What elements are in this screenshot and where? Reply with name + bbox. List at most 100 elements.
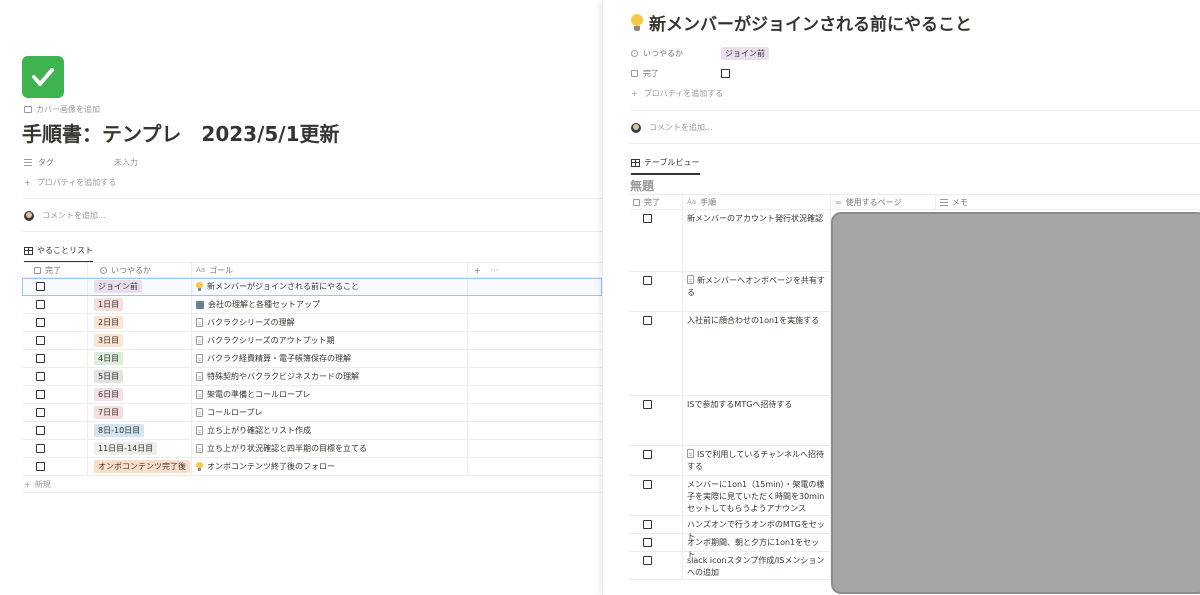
goal-link[interactable]: 架電の準備とコールロープレ <box>207 389 311 400</box>
table-row[interactable]: オンボコンテンツ完了後 オンボコンテンツ終了後のフォロー <box>22 458 602 476</box>
goal-link[interactable]: コールロープレ <box>207 407 263 418</box>
done-checkbox[interactable] <box>643 276 652 285</box>
step-text[interactable]: 入社前に顔合わせの1on1を実施する <box>687 316 819 325</box>
column-page[interactable]: ∞ 使用するページ <box>831 195 936 209</box>
step-text[interactable]: 新メンバーのアカウント発行状況確認 <box>687 214 823 223</box>
done-checkbox[interactable] <box>643 556 652 565</box>
select-icon <box>100 266 107 274</box>
column-step[interactable]: Aa 手順 <box>683 195 831 209</box>
goal-link[interactable]: 立ち上がり確認とリスト作成 <box>207 425 311 436</box>
page-icon <box>196 372 203 381</box>
property-done[interactable]: 完了 <box>631 68 730 79</box>
status-badge[interactable]: 11日目-14日目 <box>94 442 158 455</box>
table-row[interactable]: 8日-10日目 立ち上がり確認とリスト作成 <box>22 422 602 440</box>
empty-cell <box>468 422 602 439</box>
add-column-button[interactable]: + <box>474 266 481 275</box>
done-checkbox[interactable] <box>36 282 45 291</box>
goal-link[interactable]: 特殊契約やバクラクビジネスカードの理解 <box>207 371 359 382</box>
more-options-button[interactable]: ··· <box>491 266 499 275</box>
table-row[interactable]: ジョイン前 新メンバーがジョインされる前にやること <box>22 278 602 296</box>
empty-cell <box>468 350 602 367</box>
comment-input[interactable]: コメントを追加... <box>631 122 713 133</box>
done-checkbox[interactable] <box>36 390 45 399</box>
check-mark-icon <box>32 68 54 86</box>
status-badge[interactable]: 6日目 <box>94 388 124 401</box>
table-row[interactable]: 2日目 バクラクシリーズの理解 <box>22 314 602 332</box>
done-checkbox[interactable] <box>721 69 730 78</box>
step-text[interactable]: 新メンバーへオンボページを共有する <box>687 276 825 297</box>
done-checkbox[interactable] <box>36 300 45 309</box>
empty-cell <box>468 332 602 349</box>
property-when[interactable]: いつやるか ジョイン前 <box>631 47 769 60</box>
done-checkbox[interactable] <box>643 316 652 325</box>
column-when[interactable]: いつやるか <box>88 263 192 277</box>
column-goal[interactable]: Aa ゴール <box>192 263 468 277</box>
table-row[interactable]: 4日目 バクラク経費精算・電子帳簿保存の理解 <box>22 350 602 368</box>
peek-page-title[interactable]: 新メンバーがジョインされる前にやること <box>631 10 972 35</box>
done-checkbox[interactable] <box>36 372 45 381</box>
goal-link[interactable]: バクラクシリーズの理解 <box>207 317 295 328</box>
status-badge[interactable]: 1日目 <box>94 298 124 311</box>
table-row[interactable]: 11日目-14日目 立ち上がり状況確認と四半期の目標を立てる <box>22 440 602 458</box>
status-badge[interactable]: 7日目 <box>94 406 124 419</box>
step-text[interactable]: ISで参加するMTGへ招待する <box>687 400 792 409</box>
done-checkbox[interactable] <box>643 400 652 409</box>
comment-input[interactable]: コメントを追加... <box>24 210 106 221</box>
property-tag[interactable]: タグ 未入力 <box>24 157 138 168</box>
done-checkbox[interactable] <box>643 538 652 547</box>
done-checkbox[interactable] <box>36 444 45 453</box>
status-badge[interactable]: ジョイン前 <box>721 47 769 60</box>
done-checkbox[interactable] <box>36 462 45 471</box>
divider <box>629 110 1200 111</box>
new-row-button[interactable]: + 新規 <box>22 476 602 492</box>
step-text[interactable]: ISで利用しているチャンネルへ招待する <box>687 450 824 471</box>
done-checkbox[interactable] <box>36 408 45 417</box>
status-badge[interactable]: 8日-10日目 <box>94 424 145 437</box>
table-row[interactable]: 6日目 架電の準備とコールロープレ <box>22 386 602 404</box>
goal-link[interactable]: 会社の理解と各種セットアップ <box>208 299 320 310</box>
redacted-area <box>831 212 1200 594</box>
column-memo[interactable]: メモ <box>936 195 1200 209</box>
goal-link[interactable]: バクラク経費精算・電子帳簿保存の理解 <box>207 353 351 364</box>
status-badge[interactable]: 5日目 <box>94 370 124 383</box>
done-checkbox[interactable] <box>36 426 45 435</box>
goal-link[interactable]: オンボコンテンツ終了後のフォロー <box>207 461 335 472</box>
column-done[interactable]: 完了 <box>22 263 88 277</box>
table-row[interactable]: 1日目 会社の理解と各種セットアップ <box>22 296 602 314</box>
image-icon <box>24 106 32 113</box>
table-title[interactable]: 無題 <box>630 177 654 194</box>
table-row[interactable]: 3日目 バクラクシリーズのアウトプット期 <box>22 332 602 350</box>
table-row[interactable]: 7日目 コールロープレ <box>22 404 602 422</box>
done-checkbox[interactable] <box>36 336 45 345</box>
goal-link[interactable]: 立ち上がり状況確認と四半期の目標を立てる <box>207 443 367 454</box>
status-badge[interactable]: ジョイン前 <box>94 280 142 293</box>
add-property-button[interactable]: + プロパティを追加する <box>24 177 116 188</box>
status-badge[interactable]: オンボコンテンツ完了後 <box>94 460 190 473</box>
page-icon <box>196 408 203 417</box>
done-checkbox[interactable] <box>36 354 45 363</box>
add-property-button[interactable]: + プロパティを追加する <box>631 88 723 99</box>
status-badge[interactable]: 2日目 <box>94 316 124 329</box>
column-done[interactable]: 完了 <box>629 195 683 209</box>
step-text[interactable]: slack iconスタンプ作成/ISメンションへの追加 <box>687 556 824 577</box>
status-badge[interactable]: 3日目 <box>94 334 124 347</box>
status-badge[interactable]: 4日目 <box>94 352 124 365</box>
done-checkbox[interactable] <box>36 318 45 327</box>
step-text[interactable]: メンバーに1on1（15min）・架電の様子を実際に見ていただく時間を30min… <box>687 480 824 513</box>
done-checkbox[interactable] <box>643 450 652 459</box>
tab-todo-list[interactable]: やることリスト <box>24 245 93 263</box>
done-checkbox[interactable] <box>643 214 652 223</box>
add-cover-button[interactable]: カバー画像を追加 <box>24 104 100 115</box>
table-header: 完了 Aa 手順 ∞ 使用するページ メモ <box>629 194 1200 210</box>
empty-cell <box>468 440 602 457</box>
table-row[interactable]: 5日目 特殊契約やバクラクビジネスカードの理解 <box>22 368 602 386</box>
done-checkbox[interactable] <box>643 480 652 489</box>
page-title[interactable]: 手順書：テンプレ 2023/5/1更新 <box>22 118 340 147</box>
done-checkbox[interactable] <box>643 520 652 529</box>
plus-icon: + <box>24 479 31 489</box>
check-mark-page-icon[interactable] <box>22 56 64 98</box>
main-page: カバー画像を追加 手順書：テンプレ 2023/5/1更新 タグ 未入力 + プロ… <box>0 0 602 595</box>
tab-table-view[interactable]: テーブルビュー <box>631 157 700 175</box>
goal-link[interactable]: バクラクシリーズのアウトプット期 <box>207 335 335 346</box>
goal-link[interactable]: 新メンバーがジョインされる前にやること <box>207 281 359 292</box>
